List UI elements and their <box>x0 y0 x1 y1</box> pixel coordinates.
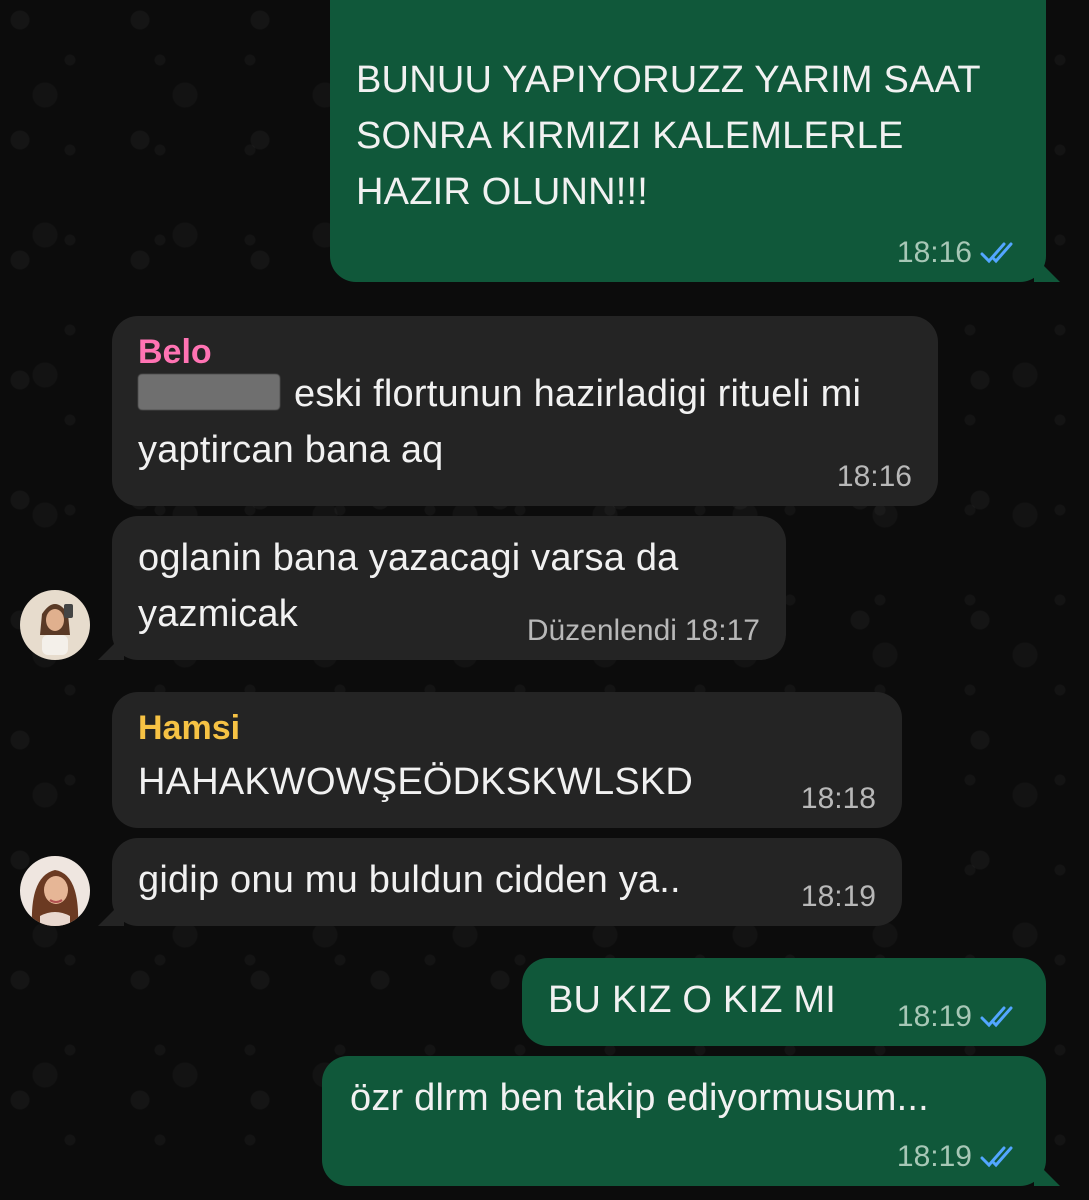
redacted-mention <box>138 374 280 410</box>
contact-avatar[interactable] <box>20 590 90 660</box>
message-time: 18:19 <box>800 880 876 913</box>
message-time: 18:19 <box>896 1140 972 1173</box>
sender-name[interactable]: Hamsi <box>138 708 240 748</box>
edited-label: Düzenlendi <box>526 614 677 647</box>
message-text: BUNUU YAPIYORUZZ YARIM SAAT SONRA KIRMIZ… <box>356 59 981 213</box>
message-time: 18:16 <box>836 460 912 493</box>
message-text: gidip onu mu buldun cidden ya.. <box>138 859 681 901</box>
message-text: HAHAKWOWŞEÖDKSKWLSKD <box>138 761 694 803</box>
contact-avatar[interactable] <box>20 856 90 926</box>
message-bubble-incoming[interactable]: Hamsi HAHAKWOWŞEÖDKSKWLSKD 18:18 <box>112 692 902 828</box>
double-check-icon <box>980 1144 1020 1170</box>
message-meta: 18:16 <box>897 236 1020 270</box>
double-check-icon <box>980 1004 1020 1030</box>
message-bubble-incoming[interactable]: oglanin bana yazacagi varsa da yazmicak … <box>98 516 786 660</box>
message-bubble-incoming[interactable]: gidip onu mu buldun cidden ya.. 18:19 <box>98 838 902 926</box>
message-meta: 18:19 <box>897 1000 1020 1034</box>
message-time: 18:18 <box>800 782 876 815</box>
message-bubble-outgoing[interactable]: BUNUU YAPIYORUZZ YARIM SAAT SONRA KIRMIZ… <box>330 0 1060 282</box>
message-meta: Düzenlendi 18:17 <box>527 614 760 648</box>
double-check-icon <box>980 240 1020 266</box>
message-text: özr dlrm ben takip ediyormusum... <box>350 1077 929 1119</box>
message-meta: 18:19 <box>801 880 876 914</box>
message-bubble-outgoing[interactable]: özr dlrm ben takip ediyormusum... 18:19 <box>322 1056 1060 1186</box>
message-time: 18:16 <box>896 236 972 269</box>
message-time: 18:17 <box>684 614 760 647</box>
message-text: BU KIZ O KIZ MI <box>548 979 837 1021</box>
message-bubble-outgoing[interactable]: BU KIZ O KIZ MI 18:19 <box>522 958 1046 1046</box>
message-time: 18:19 <box>896 1000 972 1033</box>
message-bubble-incoming[interactable]: Belo eski flortunun hazirladigi ritueli … <box>112 316 938 506</box>
message-meta: 18:19 <box>897 1140 1020 1174</box>
message-meta: 18:18 <box>801 782 876 816</box>
message-meta: 18:16 <box>837 460 912 494</box>
message-text: eski flortunun hazirladigi ritueli mi ya… <box>138 373 862 471</box>
